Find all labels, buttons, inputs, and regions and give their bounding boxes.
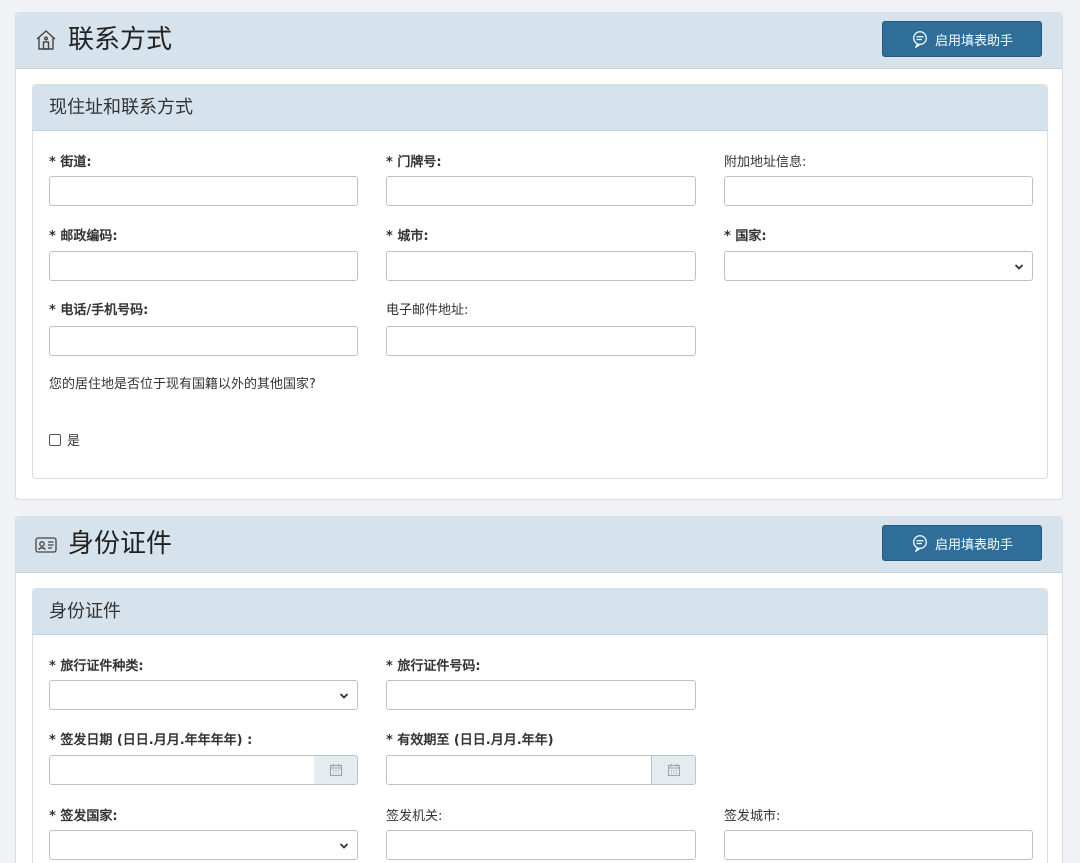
identity-panel-header: 身份证件 启用填表助手: [16, 517, 1062, 573]
expiry-date-label: * 有效期至 (日日.月月.年年): [386, 733, 554, 748]
expiry-date-calendar-button[interactable]: [652, 755, 696, 785]
contact-panel-header: 联系方式 启用填表助手: [16, 13, 1062, 69]
issue-date-calendar-button[interactable]: [314, 755, 358, 785]
contact-panel: 联系方式 启用填表助手 现住址和联系方式 * 街道: * 门牌号: 附加地址信息…: [15, 12, 1063, 500]
issuing-authority-input[interactable]: [386, 830, 696, 860]
issue-date-input[interactable]: [49, 755, 315, 785]
identity-panel: 身份证件 启用填表助手 身份证件 * 旅行证件种类: * 旅行证件号码: * 签…: [15, 516, 1063, 863]
identity-document-section-title: 身份证件: [33, 589, 1047, 635]
issue-date-label: * 签发日期 (日日.月月.年年年年) :: [49, 733, 253, 748]
identity-panel-title: 身份证件: [68, 529, 173, 559]
postal-code-input[interactable]: [49, 251, 358, 281]
address-contact-section: 现住址和联系方式 * 街道: * 门牌号: 附加地址信息: * 邮政编码: * …: [32, 84, 1048, 479]
calendar-icon: [329, 764, 342, 777]
house-number-input[interactable]: [386, 176, 696, 206]
chat-bubble-icon: [913, 535, 927, 552]
house-number-label: * 门牌号:: [386, 155, 442, 170]
address-extra-input[interactable]: [724, 176, 1033, 206]
phone-input[interactable]: [49, 326, 358, 356]
street-input[interactable]: [49, 176, 358, 206]
email-input[interactable]: [386, 326, 696, 356]
residence-question: 您的居住地是否位于现有国籍以外的其他国家?: [49, 377, 316, 392]
city-label: * 城市:: [386, 229, 429, 244]
id-card-icon: [35, 537, 57, 553]
contact-enable-helper-button[interactable]: 启用填表助手: [882, 21, 1042, 57]
country-select[interactable]: [724, 251, 1033, 281]
expiry-date-input[interactable]: [386, 755, 652, 785]
doc-type-select[interactable]: [49, 680, 358, 710]
contact-helper-label: 启用填表助手: [934, 33, 1013, 49]
chevron-down-icon: [339, 693, 349, 699]
contact-panel-title: 联系方式: [68, 25, 173, 55]
chevron-down-icon: [1014, 264, 1024, 270]
issue-city-label: 签发城市:: [724, 809, 781, 824]
issuing-authority-label: 签发机关:: [386, 809, 443, 824]
calendar-icon: [667, 764, 680, 777]
chevron-down-icon: [339, 843, 349, 849]
phone-label: * 电话/手机号码:: [49, 303, 149, 318]
issue-country-label: * 签发国家:: [49, 809, 118, 824]
chat-bubble-icon: [913, 31, 927, 48]
street-label: * 街道:: [49, 155, 92, 170]
issue-country-select[interactable]: [49, 830, 358, 860]
issue-city-input[interactable]: [724, 830, 1033, 860]
doc-number-label: * 旅行证件号码:: [386, 659, 481, 674]
email-label: 电子邮件地址:: [386, 303, 469, 318]
doc-number-input[interactable]: [386, 680, 696, 710]
home-icon: [36, 30, 56, 50]
residence-yes-checkbox[interactable]: [49, 433, 61, 446]
city-input[interactable]: [386, 251, 696, 281]
address-extra-label: 附加地址信息:: [724, 155, 807, 170]
postal-code-label: * 邮政编码:: [49, 229, 118, 244]
residence-yes-label: 是: [67, 434, 81, 449]
address-contact-section-title: 现住址和联系方式: [33, 85, 1047, 131]
residence-yes-option[interactable]: 是: [49, 430, 80, 449]
country-label: * 国家:: [724, 229, 767, 244]
identity-helper-label: 启用填表助手: [934, 537, 1013, 553]
identity-enable-helper-button[interactable]: 启用填表助手: [882, 525, 1042, 561]
identity-document-section: 身份证件 * 旅行证件种类: * 旅行证件号码: * 签发日期 (日日.月月.年…: [32, 588, 1048, 863]
doc-type-label: * 旅行证件种类:: [49, 659, 144, 674]
